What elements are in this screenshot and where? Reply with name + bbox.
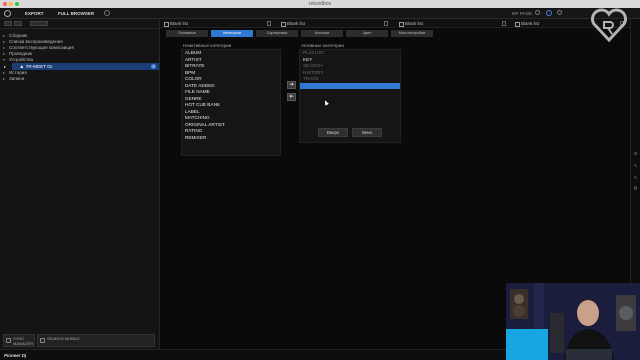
panel-icon[interactable]: ▤ [633, 185, 638, 190]
move-down-button[interactable]: Вниз [352, 128, 382, 137]
sidebar-item-recordings[interactable]: ▸ Записи [0, 76, 159, 82]
edit-icon[interactable]: ✎ [633, 163, 638, 168]
collapse-arrow-icon: ▸ [4, 64, 7, 69]
inactive-categories-heading: Неактивные категории [183, 43, 232, 48]
sidebar-bottom-buttons: SYNC MANAGER SEARCH MOBILE [3, 334, 155, 347]
my-page-button[interactable]: MY PAGE [512, 10, 532, 17]
deck-list-bar: Blank list Blank list Blank list Blank l… [160, 19, 630, 28]
top-toolbar: EXPORT FULL BROWSER MY PAGE [0, 8, 640, 19]
deck-4-list[interactable]: Blank list [515, 20, 539, 27]
view-size-select[interactable] [30, 21, 48, 26]
usb-icon: ♟ [20, 64, 24, 69]
deck-1-menu[interactable] [267, 21, 271, 26]
sync-icon[interactable] [546, 10, 552, 16]
title-bar: rekordbox [0, 0, 640, 8]
tab-my-settings[interactable]: Мои настройки [391, 30, 433, 37]
settings-icon[interactable] [535, 10, 540, 15]
move-right-button[interactable]: ➜ [287, 81, 296, 89]
deck-1-list[interactable]: Blank list [164, 20, 188, 27]
sidebar-item-device-tr-meet[interactable]: ▸ ♟ TR-MEET 01 + [4, 63, 159, 70]
webcam-overlay [506, 283, 640, 360]
tab-columns[interactable]: Колонки [301, 30, 343, 37]
add-icon[interactable] [104, 10, 110, 16]
help-icon[interactable] [557, 10, 562, 15]
active-categories-list[interactable]: PLAYLIST KEY SEARCH HISTORY TRACK [299, 49, 401, 143]
active-categories-heading: Активные категории [301, 43, 344, 48]
move-up-button[interactable]: Вверх [318, 128, 348, 137]
mobile-icon [40, 338, 45, 343]
rekordbox-logo-icon [4, 10, 11, 17]
active-category-item[interactable] [300, 82, 400, 89]
mixer-icon[interactable]: ⚙ [633, 151, 638, 156]
deck-3-list[interactable]: Blank list [399, 20, 423, 27]
sync-icon [6, 338, 11, 343]
tab-categories[interactable]: Категории [211, 30, 253, 37]
inactive-category-item[interactable]: REMIXER [182, 135, 280, 142]
browser-mode-button[interactable]: FULL BROWSER [58, 10, 94, 17]
preferences-tabs: Основные Категории Сортировка Колонки Цв… [166, 30, 433, 37]
deck-3-menu[interactable] [502, 21, 506, 26]
tab-general[interactable]: Основные [166, 30, 208, 37]
sync-manager-button[interactable]: SYNC MANAGER [3, 334, 35, 347]
move-left-button[interactable]: ➜ [287, 93, 296, 101]
sidebar: ▸ Сборник ▸ Списки воспроизведения ▸ Соотве… [0, 19, 160, 349]
deck-2-menu[interactable] [384, 21, 388, 26]
loop-icon[interactable]: ↻ [633, 175, 638, 180]
channel-watermark-icon [591, 8, 627, 43]
left-arrow-icon: ➜ [288, 94, 295, 100]
right-arrow-icon: ➜ [288, 82, 295, 88]
collapse-arrow-icon: ▸ [3, 76, 6, 81]
search-mobile-button[interactable]: SEARCH MOBILE [37, 334, 155, 347]
presenter-video-icon [506, 283, 640, 360]
window-title: rekordbox [308, 1, 332, 7]
device-menu-icon[interactable]: + [151, 64, 156, 69]
sidebar-header [0, 19, 159, 29]
inactive-categories-list[interactable]: ALBUM ARTIST BITRATE BPM COLOR DATE ADDED FILE… [181, 49, 281, 156]
view-toggle-art[interactable] [14, 21, 22, 26]
export-mode-button[interactable]: EXPORT [25, 10, 44, 17]
tab-color[interactable]: Цвет [346, 30, 388, 37]
deck-2-list[interactable]: Blank list [281, 20, 305, 27]
tab-sort[interactable]: Сортировка [256, 30, 298, 37]
pioneer-logo: Pioneer Dj [4, 353, 27, 358]
view-toggle-list[interactable] [4, 21, 12, 26]
